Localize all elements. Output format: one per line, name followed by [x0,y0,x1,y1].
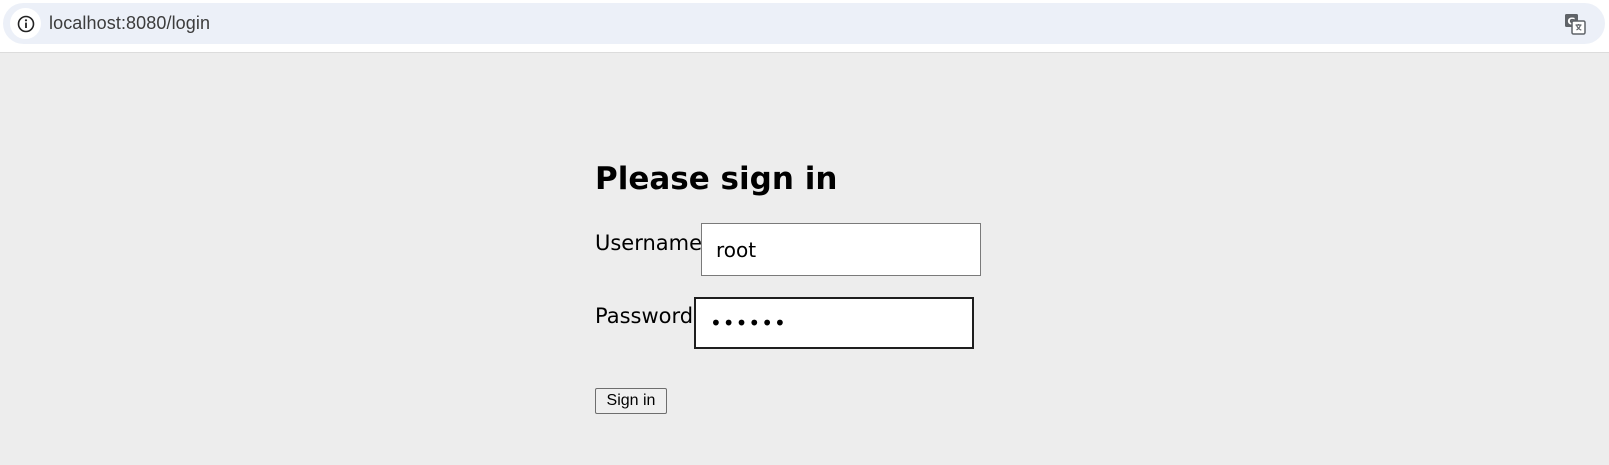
password-label: Password [595,304,694,328]
browser-toolbar: localhost:8080/login G [0,0,1609,53]
password-field[interactable] [694,297,974,349]
address-bar[interactable]: localhost:8080/login G [3,3,1605,44]
translate-icon: G [1565,14,1586,35]
url-text[interactable]: localhost:8080/login [49,13,210,34]
site-info-button[interactable] [10,8,41,39]
sign-in-button[interactable]: Sign in [595,388,667,414]
page-title: Please sign in [595,161,838,197]
translate-button[interactable]: G [1563,12,1587,36]
username-field[interactable] [701,223,981,276]
username-label: Username [595,231,703,255]
login-page: Please sign in Username Password Sign in [0,53,1609,465]
info-icon [17,15,34,32]
